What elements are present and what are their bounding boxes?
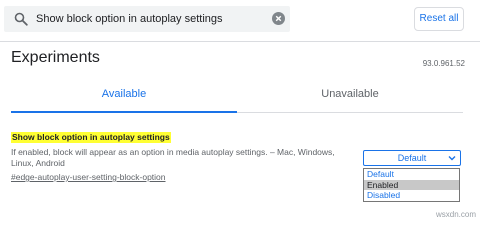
- search-input[interactable]: [36, 11, 266, 27]
- search-icon: [14, 12, 28, 26]
- flag-description: If enabled, block will appear as an opti…: [11, 147, 335, 168]
- tab-active-indicator: [11, 111, 237, 113]
- option-default[interactable]: Default: [364, 169, 459, 180]
- flag-select-value: Default: [397, 153, 427, 163]
- version-label: 93.0.961.52: [422, 59, 465, 68]
- flag-options-dropdown: Default Enabled Disabled: [363, 168, 460, 202]
- tab-unavailable[interactable]: Unavailable: [237, 88, 463, 104]
- watermark: wsxdn.com: [435, 210, 476, 219]
- chevron-down-icon: [448, 156, 456, 161]
- tab-available[interactable]: Available: [11, 88, 237, 104]
- top-bar: Reset all: [0, 0, 480, 41]
- search-box[interactable]: [4, 6, 290, 32]
- header-divider: [0, 41, 480, 42]
- option-enabled[interactable]: Enabled: [364, 179, 459, 191]
- flag-link[interactable]: #edge-autoplay-user-setting-block-option: [11, 172, 166, 183]
- option-disabled[interactable]: Disabled: [364, 190, 459, 201]
- clear-icon[interactable]: [272, 12, 285, 25]
- flag-title: Show block option in autoplay settings: [11, 132, 171, 143]
- flag-select[interactable]: Default: [363, 150, 461, 166]
- page-title: Experiments: [11, 49, 100, 66]
- reset-all-button[interactable]: Reset all: [414, 7, 464, 31]
